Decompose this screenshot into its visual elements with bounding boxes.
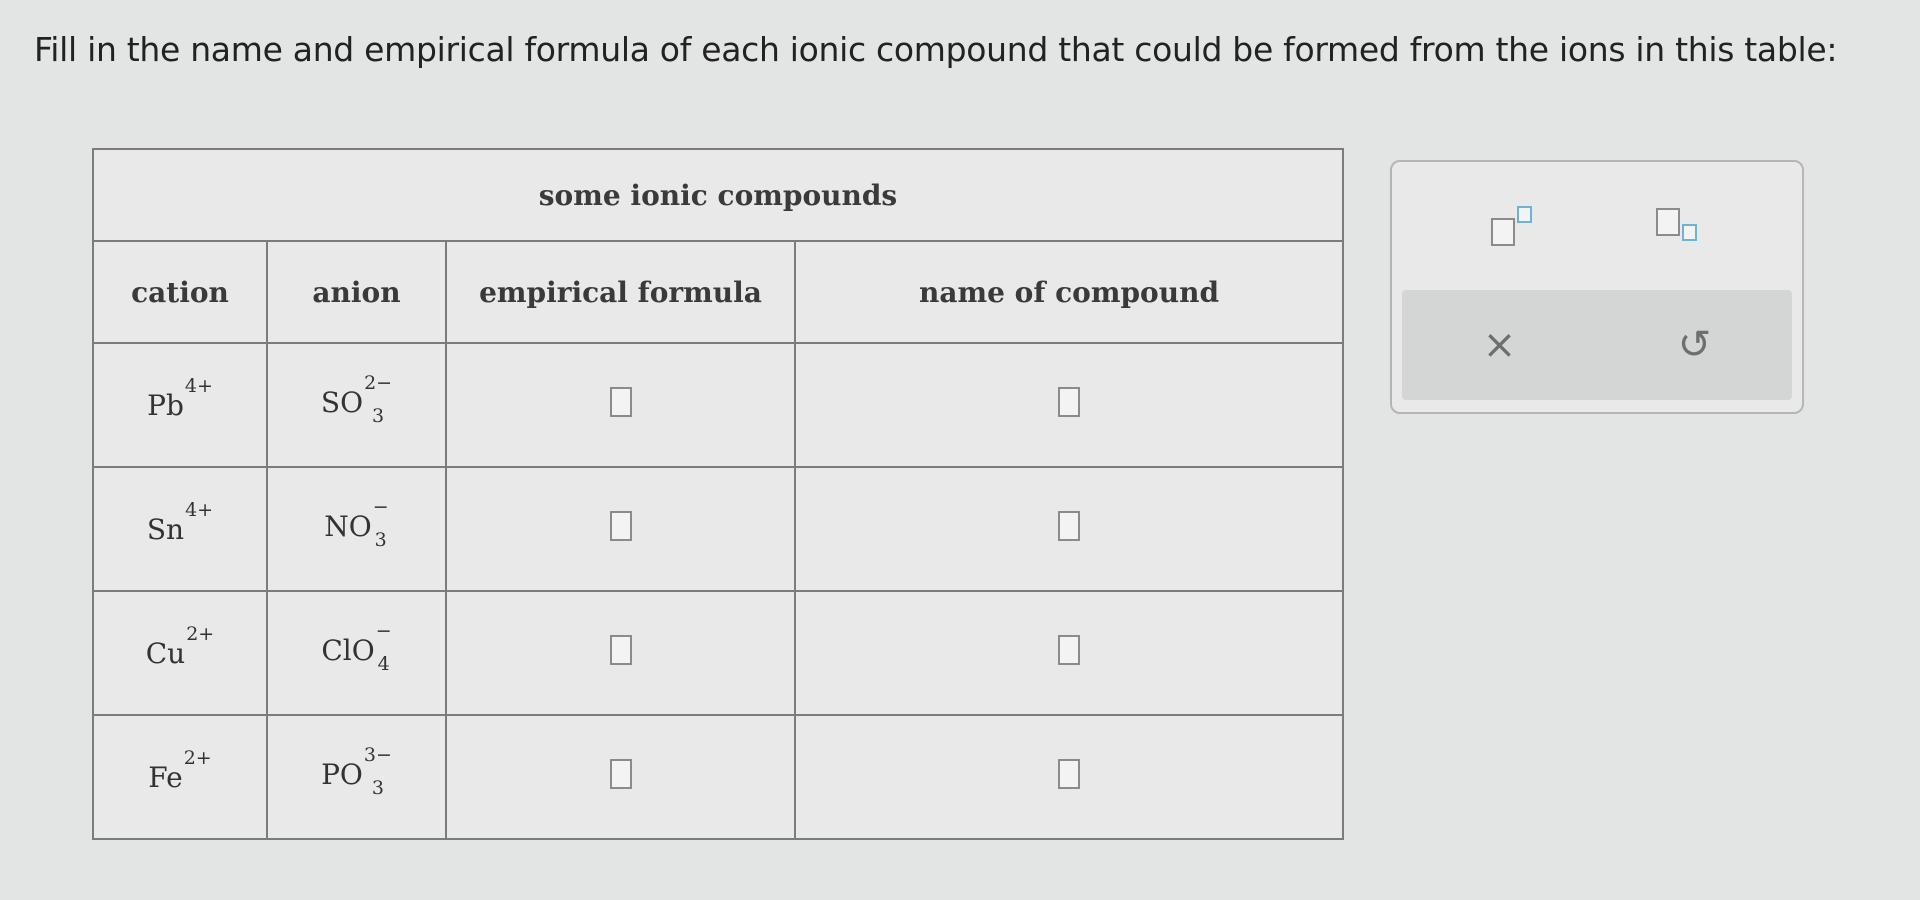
compound-name-cell: [794, 714, 1344, 840]
cation-symbol: Pb: [147, 388, 184, 422]
anion-charge: −: [375, 620, 392, 642]
empirical-formula-input[interactable]: [609, 386, 632, 417]
table-caption: some ionic compounds: [92, 148, 1344, 242]
ionic-compounds-table: some ionic compounds cation anion empiri…: [92, 148, 1344, 840]
anion-subscript: 3: [371, 777, 384, 799]
ionic-compounds-table-wrap: some ionic compounds cation anion empiri…: [92, 148, 1344, 840]
anion-charge: −: [372, 496, 389, 518]
anion-ion: ClO − 4: [321, 622, 391, 675]
anion-ion: NO − 3: [324, 498, 388, 551]
cation-cell: Cu 2+: [92, 590, 268, 716]
cation-charge: 4+: [185, 498, 214, 521]
empirical-formula-cell: [445, 590, 796, 716]
table-row: Fe 2+ PO 3− 3: [92, 714, 1344, 840]
empirical-formula-cell: [445, 714, 796, 840]
undo-icon: ↺: [1677, 322, 1712, 368]
anion-symbol: PO: [321, 758, 363, 791]
anion-charge: 3−: [363, 744, 392, 766]
page: Fill in the name and empirical formula o…: [0, 0, 1920, 900]
compound-name-cell: [794, 342, 1344, 468]
compound-name-input[interactable]: [1058, 634, 1080, 665]
anion-ion: SO 2− 3: [320, 374, 392, 427]
anion-subscript: 4: [377, 653, 390, 675]
header-anion: anion: [266, 240, 447, 344]
header-cation: cation: [92, 240, 268, 344]
compound-name-input[interactable]: [1058, 758, 1080, 789]
anion-symbol: ClO: [321, 634, 375, 667]
format-tools-row: [1392, 162, 1802, 290]
anion-symbol: SO: [320, 386, 364, 419]
empirical-formula-input[interactable]: [609, 634, 632, 665]
cation-charge: 2+: [183, 746, 212, 769]
anion-cell: SO 2− 3: [266, 342, 447, 468]
close-icon: ×: [1482, 322, 1517, 368]
anion-cell: ClO − 4: [266, 590, 447, 716]
anion-subscript: 3: [374, 529, 387, 551]
compound-name-input[interactable]: [1058, 386, 1080, 417]
header-name-of-compound: name of compound: [794, 240, 1344, 344]
cation-cell: Sn 4+: [92, 466, 268, 592]
cation-ion: Cu 2+: [145, 624, 214, 670]
superscript-button[interactable]: [1485, 204, 1545, 248]
cation-cell: Fe 2+: [92, 714, 268, 840]
anion-ion: PO 3− 3: [321, 746, 392, 799]
table-row: Pb 4+ SO 2− 3: [92, 342, 1344, 468]
compound-name-cell: [794, 590, 1344, 716]
cation-symbol: Fe: [148, 760, 183, 794]
anion-charge: 2−: [364, 372, 393, 394]
compound-name-input[interactable]: [1058, 510, 1080, 541]
empirical-formula-cell: [445, 342, 796, 468]
undo-button[interactable]: ↺: [1665, 315, 1725, 375]
header-empirical-formula: empirical formula: [445, 240, 796, 344]
cation-ion: Pb 4+: [147, 376, 213, 422]
action-buttons-row: × ↺: [1402, 290, 1792, 400]
compound-name-cell: [794, 466, 1344, 592]
anion-cell: PO 3− 3: [266, 714, 447, 840]
anion-cell: NO − 3: [266, 466, 447, 592]
table-row: Cu 2+ ClO − 4: [92, 590, 1344, 716]
anion-symbol: NO: [324, 510, 372, 543]
cation-symbol: Sn: [146, 512, 185, 546]
cation-ion: Fe 2+: [148, 748, 211, 794]
instructions-text: Fill in the name and empirical formula o…: [34, 30, 1838, 69]
empirical-formula-input[interactable]: [609, 758, 632, 789]
math-tools-panel: × ↺: [1390, 160, 1804, 414]
clear-button[interactable]: ×: [1470, 315, 1530, 375]
subscript-button[interactable]: [1650, 204, 1710, 248]
cation-ion: Sn 4+: [146, 500, 213, 546]
cation-cell: Pb 4+: [92, 342, 268, 468]
table-row: Sn 4+ NO − 3: [92, 466, 1344, 592]
anion-subscript: 3: [372, 405, 385, 427]
cation-symbol: Cu: [145, 636, 186, 670]
cation-charge: 2+: [186, 622, 215, 645]
empirical-formula-cell: [445, 466, 796, 592]
cation-charge: 4+: [184, 374, 213, 397]
empirical-formula-input[interactable]: [609, 510, 632, 541]
